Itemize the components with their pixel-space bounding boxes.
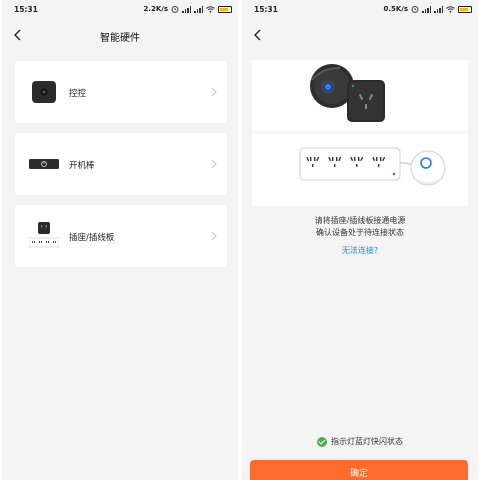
check-circle-icon — [317, 436, 327, 447]
status-bar: 15:31 2.2K/s — [2, 0, 238, 20]
device-label: 开机棒 — [69, 161, 95, 171]
signal-icon — [182, 5, 191, 13]
alarm-clock-icon — [171, 5, 179, 13]
connect-device-screen: 15:31 0.5K/s 请将插座/插线板接通电源 确认设备处于待连接状态 无法… — [242, 0, 478, 480]
wifi-icon — [206, 5, 215, 13]
status-time: 15:31 — [254, 5, 278, 14]
chevron-right-icon — [211, 159, 217, 169]
power-strip-illustration — [299, 147, 446, 186]
back-button[interactable] — [252, 27, 266, 43]
status-time: 15:31 — [14, 5, 38, 14]
signal-icon — [422, 5, 431, 13]
smart-plug-illustration — [310, 64, 385, 122]
alarm-clock-icon — [411, 5, 419, 13]
instruction-line-2: 确认设备处于待连接状态 — [316, 228, 404, 237]
wifi-icon — [446, 5, 455, 13]
chevron-right-icon — [211, 87, 217, 97]
back-arrow-icon — [254, 29, 261, 41]
device-label: 控控 — [69, 89, 87, 99]
smart-plug-illustration-panel — [252, 60, 468, 132]
network-speed: 2.2K/s — [143, 5, 168, 13]
power-stick-device-icon — [29, 159, 59, 169]
smart-hardware-screen: 15:31 2.2K/s 智能硬件 控控 开机棒 插座/插线板 — [2, 0, 238, 480]
status-icons: 2.2K/s — [143, 5, 232, 13]
kongkong-device-icon — [32, 81, 56, 103]
confirm-button[interactable]: 确定 — [250, 460, 468, 480]
network-speed: 0.5K/s — [383, 5, 408, 13]
page-title: 智能硬件 — [100, 33, 140, 44]
instruction-line-1: 请将插座/插线板接通电源 — [314, 216, 406, 225]
device-card-socket-strip[interactable]: 插座/插线板 — [15, 205, 227, 267]
battery-icon — [458, 5, 472, 13]
device-label: 插座/插线板 — [69, 233, 115, 243]
chevron-right-icon — [211, 231, 217, 241]
status-bar: 15:31 0.5K/s — [242, 0, 478, 20]
nav-bar — [242, 22, 478, 48]
signal-icon-2 — [194, 5, 203, 13]
device-card-kongkong[interactable]: 控控 — [15, 61, 227, 123]
indicator-confirm-checkbox[interactable]: 指示灯蓝灯快闪状态 — [242, 436, 478, 447]
socket-strip-device-icon — [29, 222, 59, 248]
signal-icon-2 — [434, 5, 443, 13]
battery-icon — [218, 5, 232, 13]
power-strip-illustration-panel — [252, 133, 468, 206]
device-card-power-stick[interactable]: 开机棒 — [15, 133, 227, 195]
cannot-connect-link[interactable]: 无法连接? — [242, 245, 478, 256]
indicator-text: 指示灯蓝灯快闪状态 — [331, 437, 403, 446]
status-icons: 0.5K/s — [383, 5, 472, 13]
nav-bar: 智能硬件 — [2, 22, 238, 48]
